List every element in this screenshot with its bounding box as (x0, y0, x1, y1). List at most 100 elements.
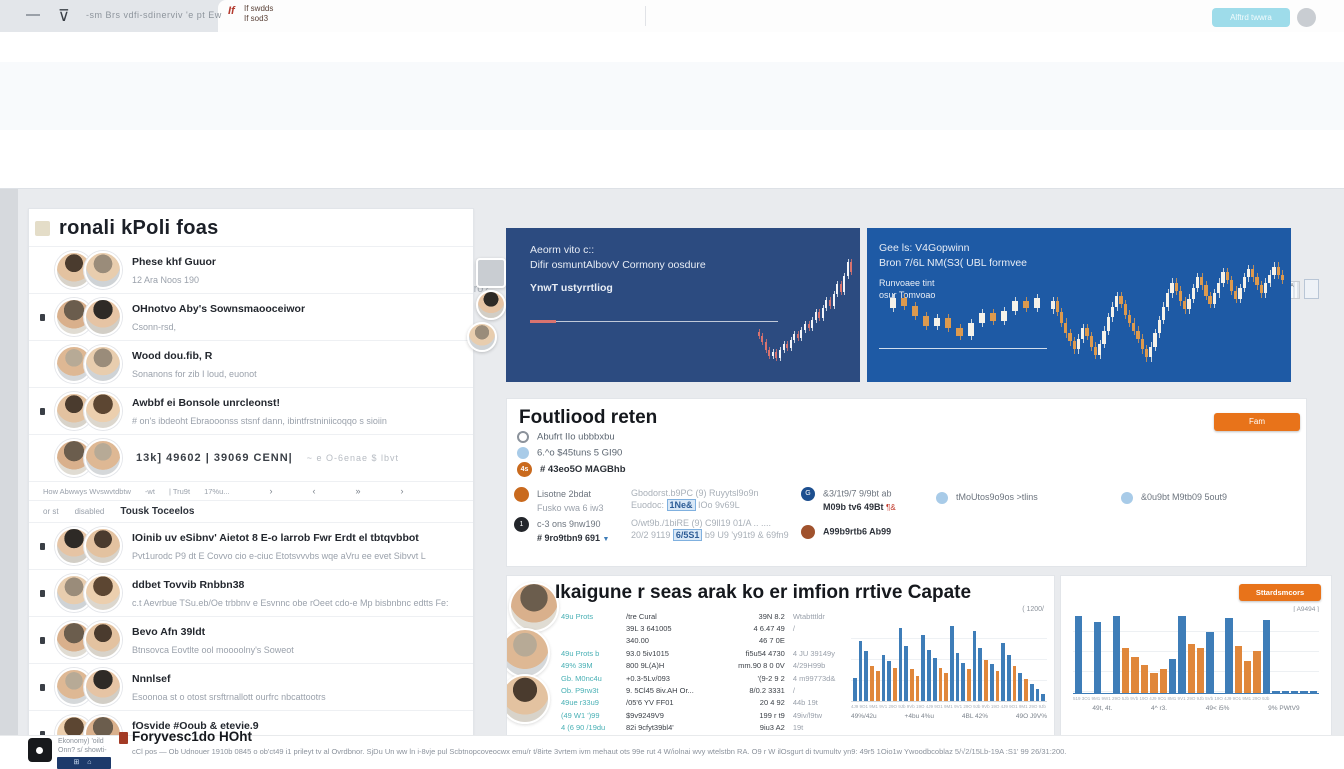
bar (1150, 673, 1157, 693)
triangle-down-icon: ▼ (603, 536, 610, 543)
pager-arrow-icon[interactable]: › (401, 486, 404, 496)
subhead-a: or st (43, 507, 59, 516)
numeric-row[interactable]: 13k] 49602 | 39069 CENN| ~ e O-6enae $ l… (29, 434, 473, 481)
footer-small-text: Ekonomy) 'oild Onn? s/ showti- (58, 738, 107, 755)
featured-cell-c3r1[interactable]: G&3/1t9/7 9/9bt ab M09b tv6 49Bt ¶& (801, 487, 896, 514)
browser-action-button[interactable]: Alftrd twwra (1212, 8, 1290, 27)
table-row[interactable]: 49% 39M800 9L(A)Hmm.90 8 0 0V4/29H99b (561, 660, 847, 672)
highlighted-value: 1Ne& (667, 499, 696, 511)
avatar (84, 392, 122, 430)
featured-cell-c2r2[interactable]: O/wt9b./1biRE (9) C9ll19 01/A .. .... 20… (631, 517, 789, 541)
hero-left-accent (530, 320, 556, 323)
footer-logo-icon[interactable] (28, 738, 52, 762)
table-row[interactable]: 340.0046 7 0E (561, 635, 847, 647)
table-cell: +0.3-5Lv/093 (626, 674, 733, 683)
table-row[interactable]: 49u Prots/tre Cural39N 8.2Wtabtttldr (561, 610, 847, 622)
table-cell: 19t (785, 723, 847, 732)
featured-cell-c3r2[interactable]: A99b9rtb6 Ab99 (801, 525, 891, 539)
table-cell: Wtabtttldr (785, 612, 847, 621)
featured-row-1[interactable]: 6.^o $45tuns 5 GI90 (517, 447, 622, 459)
featured-cell-c1r1[interactable]: Lisotne 2bdat Fusko vwa 6 iw3 (514, 487, 604, 514)
stats-action-button[interactable]: Sttardsmcors (1239, 584, 1321, 601)
person-subtitle: c.t Aevrbue TSu.eb/Oe trbbnv e Esvnnc ob… (132, 598, 449, 608)
row-marker (29, 308, 55, 326)
people-list-item[interactable]: IOinib uv eSibnv' Aietot 8 E-o larrob Fw… (29, 522, 473, 569)
browser-tabbar: ⊽ -sm Brs vdfi-sdinerviv 'e pt Ew If If … (0, 0, 1344, 32)
table-row[interactable]: Ob. P9rw3t9. 5Cl45 8iv.AH Or...8/0.2 333… (561, 684, 847, 696)
pager-mid3: 17%u... (204, 487, 229, 496)
people-list-item[interactable]: Bevo Afn 39ldt Btnsovca Eovtlte ool mooo… (29, 616, 473, 663)
hero-right-line1: Gee ls: V4Gopwinn (879, 242, 969, 254)
axis-group-label: 49< i5% (1206, 705, 1230, 712)
person-subtitle: Btnsovca Eovtlte ool moooolny's Soweot (132, 645, 294, 655)
person-subtitle: Sonanons for zib I loud, euonot (132, 369, 257, 379)
table-row[interactable]: 49u Prots b93.0 5iv1015fi5u54 47304 JU 3… (561, 647, 847, 659)
person-subtitle: Esoonoa st o otost srsftrnallott ourfrc … (132, 692, 326, 702)
featured-row-0[interactable]: Abufrt IIo ubbbxbu (517, 431, 615, 443)
table-row[interactable]: (49 W1 ')99$9v9249V9199 r t949iv/l9tw (561, 709, 847, 721)
pager-arrow-icon[interactable]: » (356, 486, 361, 496)
people-list-item[interactable]: Phese khf Guuor 12 Ara Noos 190 (29, 246, 473, 293)
bar (1263, 620, 1270, 693)
table-row[interactable]: 49ue r33u9/05'6 YV FF0120 4 9244b 19t (561, 697, 847, 709)
table-row[interactable]: Gb. M0nc4u+0.3-5Lv/093'(9-2 9 24 m99773d… (561, 672, 847, 684)
tab-favicon-icon: If (228, 5, 242, 21)
person-name: ddbet Tovvib Rnbbn38 (132, 579, 244, 591)
person-subtitle: # on's ibdeoht Ebraooonss stsnf dann, ib… (132, 416, 387, 426)
bar (933, 658, 937, 701)
featured-row-2[interactable]: 4s# 43eo5O MAGBhb (517, 462, 626, 477)
subhead-c[interactable]: Tousk Toceelos (120, 506, 194, 517)
people-panel: ronali kPoli foas Phese khf Guuor 12 Ara… (28, 208, 474, 737)
people-list: Phese khf Guuor 12 Ara Noos 190 OHnotvo … (29, 246, 473, 737)
featured-panel: Foutliood reten Fam Abufrt IIo ubbbxbu 6… (506, 398, 1307, 567)
filter-funnel-icon[interactable]: ⊽ (58, 6, 70, 26)
bar (1197, 648, 1204, 693)
insights-avatar[interactable] (509, 582, 559, 632)
row-marker (29, 631, 55, 649)
people-list-item[interactable]: Nnnlsef Esoonoa st o otost srsftrnallott… (29, 663, 473, 710)
pager-arrow-icon[interactable]: ‹ (313, 486, 316, 496)
people-list-item[interactable]: Wood dou.fib, R Sonanons for zib I loud,… (29, 340, 473, 387)
insights-avatar[interactable] (506, 628, 550, 678)
candlestick-chart (754, 254, 854, 366)
bar (1024, 679, 1028, 701)
people-list-item[interactable]: OHnotvo Aby's Sownsmaooceiwor Csonn-rsd, (29, 293, 473, 340)
window-control-icon[interactable] (26, 14, 40, 16)
table-row[interactable]: 39L 3 6410054 6.47 49/ (561, 622, 847, 634)
numeric-row-faint: ~ e O-6enae $ lbvt (307, 453, 399, 463)
row-marker (29, 678, 55, 696)
document-icon (1304, 279, 1319, 299)
bar (887, 661, 891, 701)
insights-avatar[interactable] (506, 674, 550, 724)
subhead-row: or st disabled Tousk Toceelos (29, 500, 473, 522)
featured-cell-c1r2[interactable]: 1c-3 ons 9nw190 # 9ro9tbn9 691 ▼ (514, 517, 609, 546)
table-cell: $9v9249V9 (626, 711, 733, 720)
featured-cell-c2r1[interactable]: Gbodorst.b9PC (9) Ruyytsl9o9n Euodoc: 1N… (631, 487, 759, 511)
stats-axis-ticks: 519 3O1 9M1 9W1 29O 5Jb 9Vb 19O 4J9 9O1 … (1073, 696, 1319, 701)
floating-avatar[interactable] (476, 290, 506, 320)
people-list-item[interactable]: ddbet Tovvib Rnbbn38 c.t Aevrbue TSu.eb/… (29, 569, 473, 616)
bar (1188, 644, 1195, 693)
table-row[interactable]: 4 (6 90 /19du82i 9cfyt39bl4'9iu3 A219t (561, 722, 847, 734)
featured-cell-c5r1[interactable]: &0u9bt M9tb09 5out9 (1121, 491, 1227, 504)
table-cell: 4/29H99b (785, 661, 847, 670)
bar (1094, 622, 1101, 693)
taskbar-chip[interactable]: ⊞ ⌂ (57, 757, 111, 769)
featured-action-button[interactable]: Fam (1214, 413, 1300, 431)
pager-arrow-icon[interactable]: › (270, 486, 273, 496)
floating-avatar[interactable] (467, 322, 497, 352)
hero-left-line2: Difir osmuntAlbovV Cormony oosdure (530, 259, 706, 271)
avatar (84, 715, 122, 737)
profile-avatar[interactable] (1297, 8, 1316, 27)
market-hero-card-right[interactable]: Gee ls: V4Gopwinn Bron 7/6L NM(S3( UBL f… (867, 228, 1291, 382)
avatar (84, 251, 122, 289)
avatar (84, 439, 122, 477)
browser-tab[interactable]: If swdds If sod3 (244, 4, 273, 24)
bar (950, 626, 954, 701)
people-list-item[interactable]: Awbbf ei Bonsole unrcleonst! # on's ibde… (29, 387, 473, 434)
floating-chip[interactable] (476, 258, 506, 288)
market-hero-card-left[interactable]: Aeorm vito c:: Difir osmuntAlbovV Cormon… (506, 228, 860, 382)
featured-cell-c4r1[interactable]: tMoUtos9o9os >tlins (936, 491, 1038, 504)
bar (1169, 659, 1176, 693)
bar (1001, 643, 1005, 701)
